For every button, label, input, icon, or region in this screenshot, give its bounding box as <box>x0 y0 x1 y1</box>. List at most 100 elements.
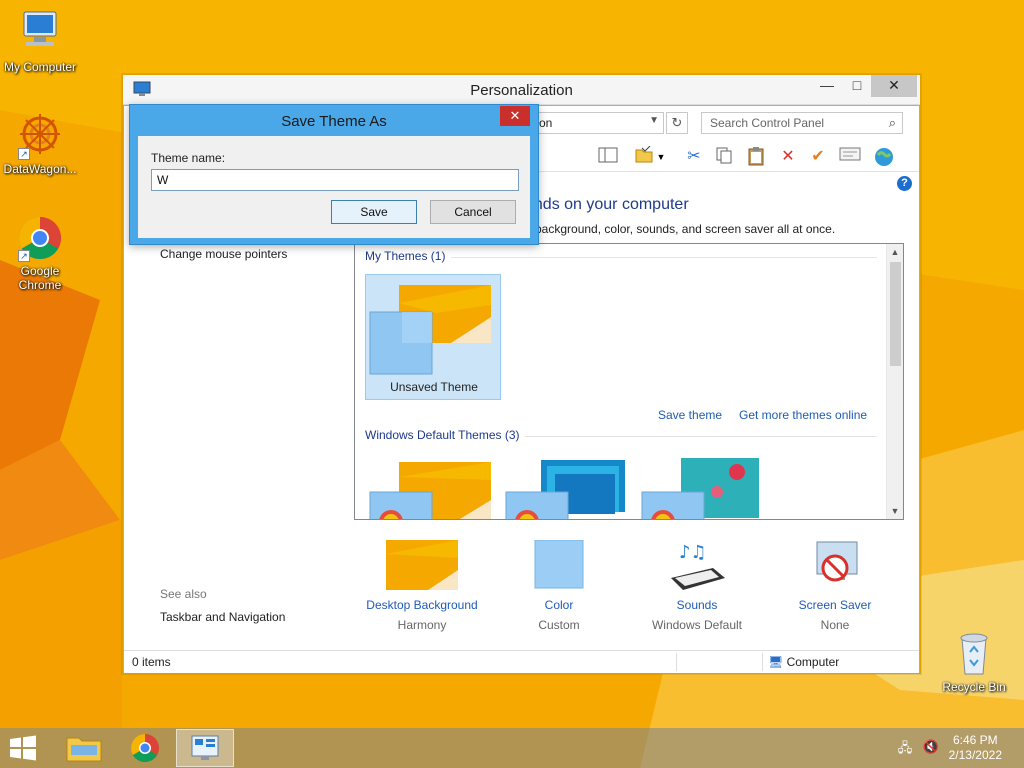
taskbar-chrome[interactable] <box>116 729 174 767</box>
window-titlebar[interactable]: Personalization — □ ✕ <box>123 75 920 105</box>
control-panel-icon <box>191 735 219 760</box>
toolbar: ▼ ✂ ✕ ✔ <box>532 142 919 172</box>
scroll-up-icon[interactable]: ▲ <box>887 244 903 260</box>
theme-preview <box>505 460 625 519</box>
sounds-setting[interactable]: ♪♫ Sounds Windows Default <box>632 540 762 632</box>
maximize-button[interactable]: □ <box>843 75 871 97</box>
link-taskbar-and-navigation[interactable]: Taskbar and Navigation <box>160 610 285 624</box>
taskbar-clock[interactable]: 6:46 PM 2/13/2022 <box>949 733 1002 763</box>
vertical-scrollbar[interactable]: ▲ ▼ <box>886 244 903 519</box>
clock-date: 2/13/2022 <box>948 748 1002 762</box>
dialog-close-button[interactable]: ✕ <box>500 106 530 126</box>
search-placeholder: Search Control Panel <box>710 116 825 130</box>
checkmark-icon[interactable]: ✔ <box>806 146 830 168</box>
desktop-icon-recycle-bin[interactable]: Recycle Bin <box>934 630 1014 694</box>
svg-text:♪♫: ♪♫ <box>679 542 707 563</box>
chrome-icon: ↗ <box>16 214 64 262</box>
volume-muted-icon[interactable]: 🔇 <box>922 739 940 757</box>
status-bar: 0 items 🖥 Computer <box>124 650 919 673</box>
chevron-down-icon[interactable]: ▼ <box>654 146 668 168</box>
windows-logo-icon <box>10 735 36 761</box>
divider <box>451 257 877 258</box>
copy-icon[interactable] <box>712 146 736 168</box>
computer-icon <box>16 10 64 58</box>
setting-value: Custom <box>538 618 580 632</box>
cancel-button[interactable]: Cancel <box>430 200 516 224</box>
setting-title: Color <box>544 598 574 612</box>
theme-tile-flowers[interactable] <box>637 452 773 519</box>
close-button[interactable]: ✕ <box>871 75 917 97</box>
shortcut-arrow-icon: ↗ <box>18 148 30 160</box>
link-change-mouse-pointers[interactable]: Change mouse pointers <box>160 247 287 261</box>
divider <box>525 436 877 437</box>
chrome-icon <box>131 734 159 762</box>
theme-preview <box>369 462 491 519</box>
delete-icon[interactable]: ✕ <box>776 146 800 168</box>
save-theme-link[interactable]: Save theme <box>658 408 722 422</box>
desktop-icon-label: My Computer <box>3 60 77 74</box>
theme-name: Unsaved Theme <box>390 380 478 394</box>
setting-title: Desktop Background <box>366 598 478 612</box>
properties-icon[interactable] <box>838 146 862 168</box>
desktop-icon-google-chrome[interactable]: ↗ Google Chrome <box>0 214 80 292</box>
my-themes-heading: My Themes (1) <box>365 249 446 263</box>
minimize-button[interactable]: — <box>813 75 841 97</box>
setting-value: Windows Default <box>651 618 743 632</box>
refresh-icon: ↻ <box>671 115 683 130</box>
screen-saver-setting[interactable]: Screen Saver None <box>770 540 900 632</box>
item-count: 0 items <box>132 655 171 669</box>
save-button[interactable]: Save <box>331 200 417 224</box>
setting-title: Sounds <box>676 598 718 612</box>
desktop-icon-my-computer[interactable]: My Computer <box>0 10 80 74</box>
layout-icon[interactable] <box>596 146 620 168</box>
globe-icon[interactable] <box>872 146 896 168</box>
paste-icon[interactable] <box>744 146 768 168</box>
help-icon[interactable]: ? <box>897 176 912 191</box>
computer-icon: 🖥 <box>768 655 784 669</box>
desktop-background-thumbnail <box>386 540 458 590</box>
theme-tile-unsaved[interactable]: Unsaved Theme <box>365 274 501 400</box>
theme-list[interactable]: My Themes (1) Unsaved Theme Save theme G… <box>354 243 904 520</box>
theme-name-field[interactable] <box>151 169 519 191</box>
desktop-icon-datawagon[interactable]: ↗ DataWagon... <box>0 112 80 176</box>
theme-tile-windows[interactable] <box>365 452 501 519</box>
dialog-title: Save Theme As <box>281 113 387 130</box>
refresh-button[interactable]: ↻ <box>666 112 688 134</box>
dialog-body: Theme name: Save Cancel <box>138 136 530 238</box>
setting-value: Harmony <box>397 618 447 632</box>
theme-preview <box>641 458 759 519</box>
window-title: Personalization <box>470 82 573 99</box>
taskbar: 🖧 🔇 6:46 PM 2/13/2022 <box>0 728 1024 768</box>
start-button[interactable] <box>8 735 40 761</box>
shortcut-arrow-icon: ↗ <box>18 250 30 262</box>
address-text: on <box>539 116 553 130</box>
setting-title: Screen Saver <box>798 598 872 612</box>
taskbar-file-explorer[interactable] <box>55 729 113 767</box>
page-title: unds on your computer <box>525 196 689 213</box>
network-icon[interactable]: 🖧 <box>896 739 914 757</box>
search-input[interactable]: Search Control Panel ⌕ <box>701 112 903 134</box>
save-theme-dialog: Save Theme As ✕ Theme name: Save Cancel <box>129 104 539 245</box>
address-bar[interactable]: on ▼ <box>532 112 664 134</box>
theme-tile-lines-and-colors[interactable] <box>501 452 637 519</box>
folder-options-icon[interactable] <box>632 145 656 168</box>
desktop-background-setting[interactable]: Desktop Background Harmony <box>357 540 487 632</box>
get-more-themes-link[interactable]: Get more themes online <box>739 408 867 422</box>
cut-icon[interactable]: ✂ <box>682 146 706 168</box>
search-icon[interactable]: ⌕ <box>889 115 896 131</box>
default-themes-heading: Windows Default Themes (3) <box>365 428 520 442</box>
divider <box>762 653 763 671</box>
scroll-down-icon[interactable]: ▼ <box>887 503 903 519</box>
scroll-thumb[interactable] <box>890 262 901 366</box>
datawagon-icon: ↗ <box>16 112 64 160</box>
color-swatch <box>523 539 595 590</box>
color-setting[interactable]: Color Custom <box>494 539 624 632</box>
theme-preview <box>369 285 491 375</box>
sounds-icon: ♪♫ <box>661 540 733 590</box>
recycle-bin-icon <box>950 630 998 678</box>
divider <box>676 653 677 671</box>
taskbar-control-panel[interactable] <box>176 729 234 767</box>
chevron-down-icon[interactable]: ▼ <box>649 115 659 126</box>
page-subtitle: p background, color, sounds, and screen … <box>525 222 836 236</box>
status-location: 🖥 Computer <box>768 655 839 669</box>
